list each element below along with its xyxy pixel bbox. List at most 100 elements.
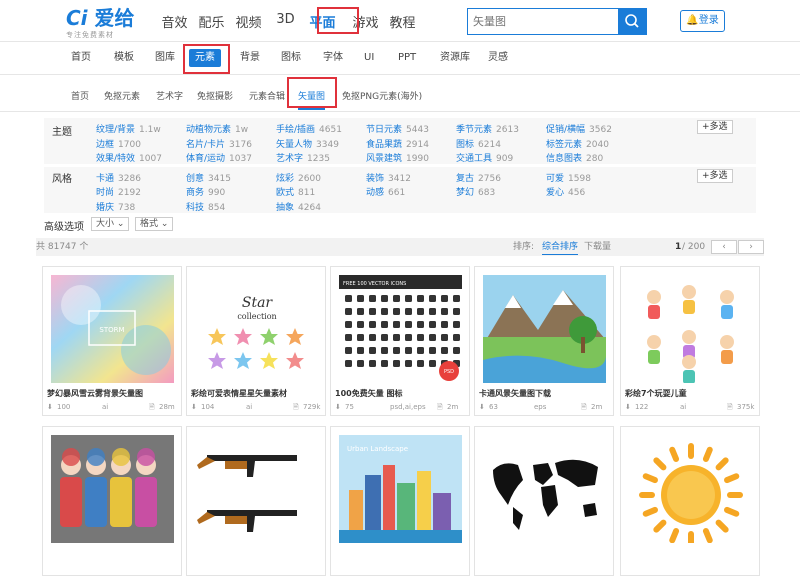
filter-item[interactable]: 梦幻 683: [456, 185, 495, 198]
resource-card[interactable]: FREE 100 VECTOR ICONS PSD 100免费矢量 图标 ⬇ 75 psd…: [330, 266, 470, 416]
file-icon: 🗎: [581, 403, 587, 411]
search-button[interactable]: [618, 9, 646, 34]
resource-card[interactable]: 卡通风景矢量图下载 ⬇ 63 eps 🗎 2m: [474, 266, 614, 416]
nav-item[interactable]: 配乐: [193, 12, 230, 31]
resource-card[interactable]: Star collection 彩绘可爱表情星星矢量素材 ⬇ 104 ai 🗎 729k: [186, 266, 326, 416]
filter-item[interactable]: 科技 854: [186, 200, 225, 213]
subnav-item[interactable]: 字体: [323, 51, 343, 65]
filter-item[interactable]: 可爱 1598: [546, 171, 591, 184]
filter-item[interactable]: 动感 661: [366, 185, 405, 198]
sort-default[interactable]: 综合排序: [542, 240, 579, 255]
cat-item[interactable]: 免抠PNG元素(海外): [342, 89, 422, 102]
resource-card[interactable]: STORM 梦幻暴风雪云雾背景矢量图 ⬇ 100 ai 🗎 28m: [42, 266, 182, 416]
filter-item[interactable]: 欧式 811: [276, 185, 315, 198]
page-total: / 200: [682, 242, 706, 252]
filter-item[interactable]: 时尚 2192: [96, 185, 141, 198]
thumbnail-image[interactable]: [483, 275, 606, 383]
cat-item[interactable]: 元素合辑: [249, 89, 285, 102]
filter-item[interactable]: 交通工具 909: [456, 151, 513, 164]
subnav-item[interactable]: 背景: [240, 51, 260, 65]
cat-item[interactable]: 免抠摄影: [197, 89, 233, 102]
resource-card[interactable]: [42, 426, 182, 576]
card-title[interactable]: 卡通风景矢量图下载: [479, 388, 551, 399]
thumbnail-image[interactable]: Urban Landscape: [339, 435, 462, 543]
filter-item[interactable]: 边框 1700: [96, 137, 141, 150]
filter-item[interactable]: 效果/特效 1007: [96, 151, 162, 164]
subnav-item[interactable]: 首页: [71, 51, 91, 65]
subnav-item[interactable]: 图库: [155, 51, 175, 65]
login-button[interactable]: 🔔登录: [680, 10, 725, 32]
download-icon: ⬇: [191, 403, 197, 411]
filter-label: 主题: [52, 127, 72, 138]
size-select[interactable]: 大小 ⌄: [91, 217, 130, 231]
thumbnail-image[interactable]: [483, 435, 606, 543]
download-icon: ⬇: [335, 403, 341, 411]
filter-item[interactable]: 节日元素 5443: [366, 122, 429, 135]
filter-item[interactable]: 风景建筑 1990: [366, 151, 429, 164]
filter-item[interactable]: 促销/横幅 3562: [546, 122, 612, 135]
filter-item[interactable]: 体育/运动 1037: [186, 151, 252, 164]
nav-item[interactable]: 视频: [230, 12, 267, 31]
file-icon: 🗎: [437, 403, 443, 411]
resource-card[interactable]: Urban Landscape: [330, 426, 470, 576]
next-page-button[interactable]: ›: [738, 240, 764, 254]
filter-item[interactable]: 食品果蔬 2914: [366, 137, 429, 150]
filter-item[interactable]: 矢量人物 3349: [276, 137, 339, 150]
prev-page-button[interactable]: ‹: [711, 240, 737, 254]
nav-item[interactable]: 教程: [384, 12, 421, 31]
multi-select-button[interactable]: +多选: [697, 120, 733, 134]
thumbnail-image[interactable]: [629, 275, 752, 383]
filter-item[interactable]: 婚庆 738: [96, 200, 135, 213]
thumbnail-image[interactable]: [195, 435, 318, 543]
nav-item[interactable]: 音效: [156, 12, 193, 31]
card-title[interactable]: 100免费矢量 图标: [335, 388, 402, 399]
filter-item[interactable]: 标签元素 2040: [546, 137, 609, 150]
filter-item[interactable]: 抽象 4264: [276, 200, 321, 213]
subnav-item[interactable]: UI: [364, 51, 374, 65]
thumbnail-image[interactable]: FREE 100 VECTOR ICONS PSD: [339, 275, 462, 383]
filter-item[interactable]: 名片/卡片 3176: [186, 137, 252, 150]
thumbnail-image[interactable]: STORM: [51, 275, 174, 383]
filter-item[interactable]: 图标 6214: [456, 137, 501, 150]
subnav-item[interactable]: 模板: [114, 51, 134, 65]
sort-downloads[interactable]: 下载量: [584, 238, 611, 256]
filter-item[interactable]: 炫彩 2600: [276, 171, 321, 184]
file-icon: 🗎: [293, 403, 299, 411]
search-input[interactable]: [468, 9, 618, 34]
multi-select-button[interactable]: +多选: [697, 169, 733, 183]
subnav-item[interactable]: 图标: [281, 51, 301, 65]
filter-item[interactable]: 动植物元素 1w: [186, 122, 248, 135]
thumbnail-image[interactable]: Star collection: [195, 275, 318, 383]
filter-item[interactable]: 纹理/背景 1.1w: [96, 122, 161, 135]
filter-item[interactable]: 创意 3415: [186, 171, 231, 184]
resource-card[interactable]: [474, 426, 614, 576]
cat-item[interactable]: 艺术字: [156, 89, 183, 102]
filter-item[interactable]: 手绘/插画 4651: [276, 122, 342, 135]
card-title[interactable]: 彩绘可爱表情星星矢量素材: [191, 388, 287, 399]
filter-item[interactable]: 装饰 3412: [366, 171, 411, 184]
card-title[interactable]: 彩绘7个玩耍儿童: [625, 388, 687, 399]
filter-item[interactable]: 季节元素 2613: [456, 122, 519, 135]
subnav-item[interactable]: 资源库: [440, 51, 470, 65]
filter-item[interactable]: 爱心 456: [546, 185, 585, 198]
subnav-item[interactable]: 灵感: [488, 51, 508, 65]
card-title[interactable]: 梦幻暴风雪云雾背景矢量图: [47, 388, 143, 399]
resource-card[interactable]: [620, 426, 760, 576]
thumbnail-image[interactable]: [629, 435, 752, 543]
file-format: ai: [102, 403, 109, 411]
filter-item[interactable]: 卡通 3286: [96, 171, 141, 184]
format-select[interactable]: 格式 ⌄: [135, 217, 174, 231]
filter-item[interactable]: 商务 990: [186, 185, 225, 198]
cat-item[interactable]: 首页: [71, 89, 89, 102]
resource-card[interactable]: 彩绘7个玩耍儿童 ⬇ 122 ai 🗎 375k: [620, 266, 760, 416]
cat-item[interactable]: 免抠元素: [104, 89, 140, 102]
subnav-item[interactable]: PPT: [398, 51, 416, 65]
thumbnail-image[interactable]: [51, 435, 174, 543]
site-logo[interactable]: Ci 爱给: [66, 8, 135, 28]
category-nav: 首页 免抠元素 艺术字 免抠摄影 元素合辑 矢量图 免抠PNG元素(海外): [0, 76, 800, 112]
filter-item[interactable]: 信息图表 280: [546, 151, 603, 164]
resource-card[interactable]: [186, 426, 326, 576]
filter-item[interactable]: 复古 2756: [456, 171, 501, 184]
filter-item[interactable]: 艺术字 1235: [276, 151, 330, 164]
nav-item[interactable]: 3D: [267, 12, 304, 31]
